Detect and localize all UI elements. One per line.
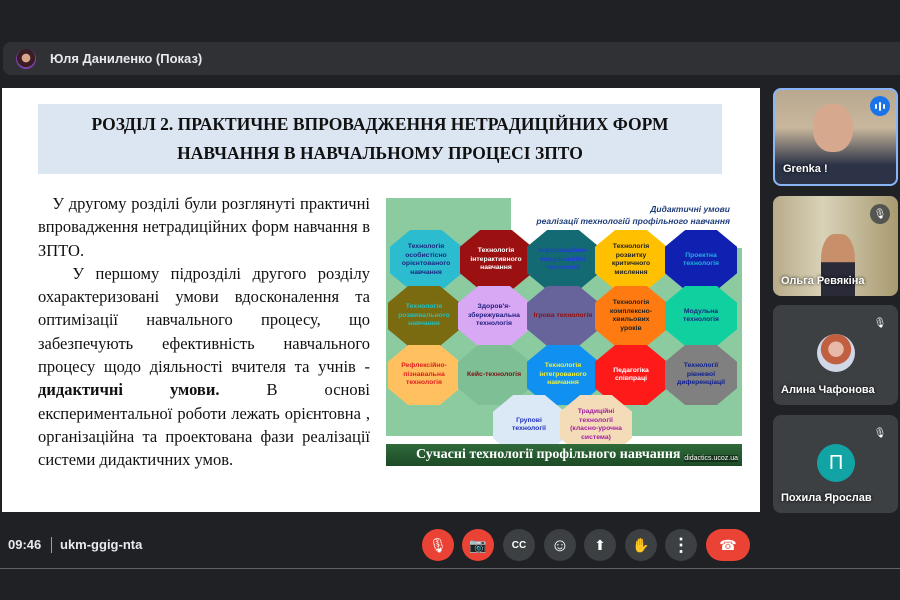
technology-octagon: Здоров'я-збережувальна технологія	[458, 286, 530, 346]
participant-tile[interactable]: 🎙 Алина Чафонова	[773, 305, 898, 405]
mic-off-icon: 🎙	[870, 423, 890, 443]
divider	[51, 537, 52, 553]
mic-off-icon: 🎙	[429, 536, 447, 553]
diagram-title: Дидактичні умови реалізації технологій п…	[536, 203, 730, 227]
divider	[0, 568, 900, 569]
diagram-title-line: Дидактичні умови	[650, 204, 730, 214]
technology-octagon: Проектна технологія	[665, 230, 737, 290]
participant-name: Алина Чафонова	[781, 384, 875, 396]
bold-term: дидактичні умови.	[38, 380, 220, 400]
participant-video	[813, 104, 853, 152]
present-icon: ⬆	[594, 536, 606, 553]
paragraph: У першому підрозділі другого розділу оха…	[38, 263, 370, 377]
slide-title-line: НАВЧАННЯ В НАВЧАЛЬНОМУ ПРОЦЕСІ ЗПТО	[177, 143, 583, 163]
hangup-icon: ☎	[719, 536, 737, 553]
technology-octagon: Технологія розвивального навчання	[388, 286, 460, 346]
technology-octagon: Модульна технологія	[665, 286, 737, 346]
more-options-button[interactable]: ⋮	[665, 529, 697, 561]
diagram-source: didactics.ucoz.ua	[684, 455, 738, 462]
technology-octagon: Інформаційно-комунікаційні технології	[527, 230, 599, 290]
hand-icon: ✋	[632, 536, 650, 553]
captions-icon: CC	[511, 539, 527, 551]
meeting-controls-bar: 09:46 ukm-ggig-nta 🎙 📷 CC ☺ ⬆ ✋ ⋮ ☎	[0, 525, 900, 567]
camera-off-button[interactable]: 📷	[462, 529, 494, 561]
technology-octagon: Технологія комплексно-хвильових уроків	[595, 286, 667, 346]
mic-off-icon: 🎙	[870, 313, 890, 333]
avatar: П	[817, 444, 855, 482]
more-vert-icon: ⋮	[672, 534, 690, 555]
leave-call-button[interactable]: ☎	[706, 529, 750, 561]
slide-body-text: У другому розділі були розглянуті практи…	[38, 192, 370, 472]
technology-octagon: Технологія особистісно орієнтованого нав…	[390, 230, 462, 290]
presenter-bar: Юля Даниленко (Показ)	[3, 42, 900, 75]
mic-off-icon: 🎙	[870, 204, 890, 224]
technology-octagon: Технології рівневої диференціації	[665, 345, 737, 405]
technology-octagon: Технологія інтерактивного навчання	[460, 230, 532, 290]
captions-button[interactable]: CC	[503, 529, 535, 561]
participant-name: Похила Ярослав	[781, 492, 872, 504]
participant-name: Grenka !	[783, 163, 828, 175]
technology-octagon: Технологія розвитку критичного мислення	[595, 230, 667, 290]
presenter-name: Юля Даниленко (Показ)	[50, 51, 203, 66]
participant-name: Ольга Ревякіна	[781, 275, 865, 287]
avatar	[817, 334, 855, 372]
speaking-indicator-icon	[870, 96, 890, 116]
participant-tile[interactable]: 🎙 П Похила Ярослав	[773, 415, 898, 513]
technologies-diagram: Дидактичні умови реалізації технологій п…	[386, 198, 742, 466]
camera-off-icon: 📷	[469, 536, 487, 553]
meeting-code: ukm-ggig-nta	[60, 537, 143, 552]
presentation-slide: РОЗДІЛ 2. ПРАКТИЧНЕ ВПРОВАДЖЕННЯ НЕТРАДИ…	[2, 88, 760, 512]
emoji-button[interactable]: ☺	[544, 529, 576, 561]
raise-hand-button[interactable]: ✋	[625, 529, 657, 561]
paragraph: У другому розділі були розглянуті практи…	[38, 194, 371, 260]
present-button[interactable]: ⬆	[584, 529, 616, 561]
technology-octagon: Рефлексійно-пізнавальна технологія	[388, 345, 460, 405]
technology-octagon: Ігрова технологія	[527, 286, 599, 346]
emoji-icon: ☺	[550, 534, 570, 555]
presenter-avatar	[16, 48, 36, 69]
participant-tile[interactable]: Grenka !	[773, 88, 898, 186]
meeting-time: 09:46	[8, 537, 42, 552]
slide-title: РОЗДІЛ 2. ПРАКТИЧНЕ ВПРОВАДЖЕННЯ НЕТРАДИ…	[38, 104, 722, 174]
microphone-off-button[interactable]: 🎙	[422, 529, 454, 561]
participant-tile[interactable]: 🎙 Ольга Ревякіна	[773, 196, 898, 296]
diagram-title-line: реалізації технологій профільного навчан…	[536, 216, 730, 226]
slide-title-line: РОЗДІЛ 2. ПРАКТИЧНЕ ВПРОВАДЖЕННЯ НЕТРАДИ…	[91, 114, 669, 134]
